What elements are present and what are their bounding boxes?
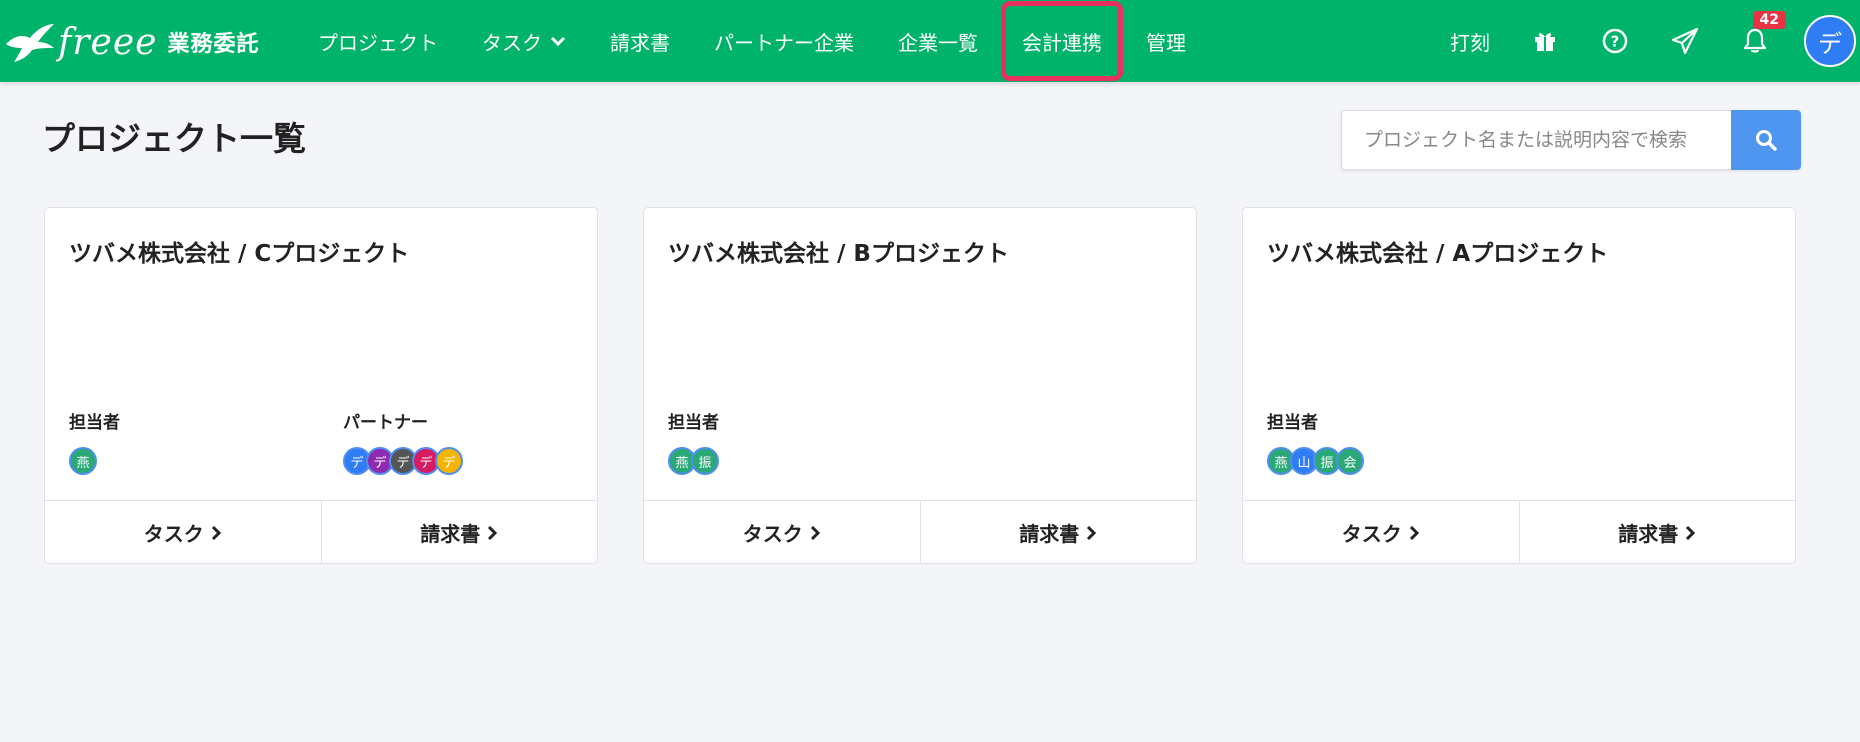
partner-avatars: デデデデデ (343, 447, 463, 475)
partner-label: パートナー (343, 413, 428, 433)
right-nav: 打刻 ? 42 デ (1430, 0, 1860, 82)
nav-partner-companies-label: パートナー企業 (714, 30, 854, 55)
nav-invoices-label: 請求書 (610, 30, 670, 55)
invoices-link-label: 請求書 (1019, 522, 1080, 546)
invoices-link[interactable]: 請求書 (1518, 501, 1796, 564)
nav-projects-label: プロジェクト (318, 30, 438, 55)
question-circle-icon: ? (1602, 28, 1628, 54)
dakoku-link[interactable]: 打刻 (1430, 27, 1510, 56)
invoices-link-label: 請求書 (1618, 522, 1679, 546)
nav-accounting-integration[interactable]: 会計連携 (1001, 1, 1123, 81)
assignee-avatars: 燕振 (668, 447, 719, 475)
project-title[interactable]: ツバメ株式会社 / Bプロジェクト (668, 234, 1009, 268)
invoices-link[interactable]: 請求書 (919, 501, 1197, 564)
assignee-label: 担当者 (668, 413, 719, 433)
tasks-link-label: タスク (742, 522, 803, 546)
swallow-logo-icon (6, 24, 54, 62)
search-button[interactable] (1731, 110, 1801, 170)
gift-button[interactable] (1510, 11, 1580, 71)
chevron-right-icon (488, 525, 498, 540)
chevron-right-icon (1409, 525, 1419, 540)
bell-icon (1743, 28, 1767, 53)
assignee-label: 担当者 (69, 413, 120, 433)
assignee-avatars: 燕山振会 (1267, 447, 1364, 475)
card-footer: タスク 請求書 (1243, 500, 1795, 564)
assignee-avatars: 燕 (69, 447, 97, 475)
nav-accounting-integration-label: 会計連携 (1022, 30, 1102, 55)
nav-projects[interactable]: プロジェクト (296, 4, 460, 78)
assignee-label: 担当者 (1267, 413, 1318, 433)
nav-tasks[interactable]: タスク (460, 4, 588, 78)
chevron-right-icon (810, 525, 820, 540)
dakoku-label: 打刻 (1450, 30, 1490, 55)
page-title: プロジェクト一覧 (42, 119, 306, 158)
paper-plane-icon (1671, 27, 1699, 55)
nav-company-list-label: 企業一覧 (898, 30, 978, 55)
notification-count-badge: 42 (1752, 11, 1786, 29)
invoices-link[interactable]: 請求書 (320, 501, 598, 564)
chevron-right-icon (1686, 525, 1696, 540)
project-card: ツバメ株式会社 / Aプロジェクト 担当者 燕山振会 タスク 請求書 (1242, 207, 1796, 564)
invoices-link-label: 請求書 (420, 522, 481, 546)
top-navbar: freee 業務委託 プロジェクト タスク 請求書 パートナー企業 企業一覧 会… (0, 0, 1860, 82)
member-avatar[interactable]: 燕 (69, 447, 97, 475)
card-footer: タスク 請求書 (45, 500, 597, 564)
nav-admin[interactable]: 管理 (1124, 4, 1208, 78)
project-card: ツバメ株式会社 / Cプロジェクト 担当者 パートナー 燕 デデデデデ タスク … (44, 207, 598, 564)
help-button[interactable]: ? (1580, 11, 1650, 71)
chevron-down-icon (550, 36, 566, 47)
user-avatar[interactable]: デ (1804, 15, 1856, 67)
chevron-right-icon (211, 525, 221, 540)
member-avatar[interactable]: デ (435, 447, 463, 475)
tasks-link[interactable]: タスク (45, 501, 321, 564)
project-card: ツバメ株式会社 / Bプロジェクト 担当者 燕振 タスク 請求書 (643, 207, 1197, 564)
logo-wordmark: freee (58, 21, 158, 63)
chevron-right-icon (1087, 525, 1097, 540)
tasks-link[interactable]: タスク (644, 501, 920, 564)
tasks-link-label: タスク (143, 522, 204, 546)
nav-invoices[interactable]: 請求書 (588, 4, 692, 78)
gift-icon (1535, 33, 1555, 51)
main-nav: プロジェクト タスク 請求書 パートナー企業 企業一覧 会計連携 管理 (296, 0, 1208, 82)
project-title[interactable]: ツバメ株式会社 / Aプロジェクト (1267, 234, 1608, 268)
nav-company-list[interactable]: 企業一覧 (876, 4, 1000, 78)
member-avatar[interactable]: 会 (1336, 447, 1364, 475)
nav-tasks-label: タスク (482, 30, 542, 55)
notifications-button[interactable]: 42 (1720, 11, 1790, 71)
nav-admin-label: 管理 (1146, 30, 1186, 55)
nav-partner-companies[interactable]: パートナー企業 (692, 4, 876, 78)
tasks-link-label: タスク (1341, 522, 1402, 546)
project-search (1341, 110, 1801, 170)
freee-logo[interactable]: freee 業務委託 (4, 16, 259, 68)
search-input[interactable] (1341, 110, 1731, 170)
card-footer: タスク 請求書 (644, 500, 1196, 564)
logo-product-name: 業務委託 (167, 32, 260, 57)
tasks-link[interactable]: タスク (1243, 501, 1519, 564)
member-avatar[interactable]: 振 (691, 447, 719, 475)
project-title[interactable]: ツバメ株式会社 / Cプロジェクト (69, 234, 409, 268)
search-icon (1756, 130, 1777, 151)
svg-text:?: ? (1611, 33, 1620, 51)
send-button[interactable] (1650, 11, 1720, 71)
